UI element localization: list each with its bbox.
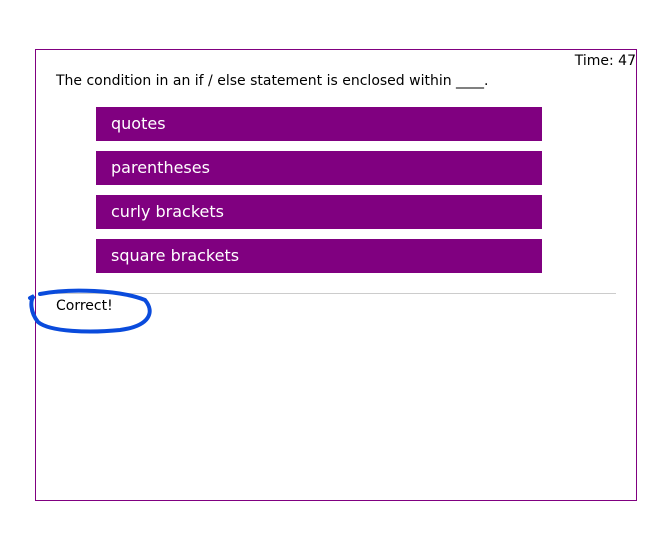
- annotation-circle: [28, 288, 152, 334]
